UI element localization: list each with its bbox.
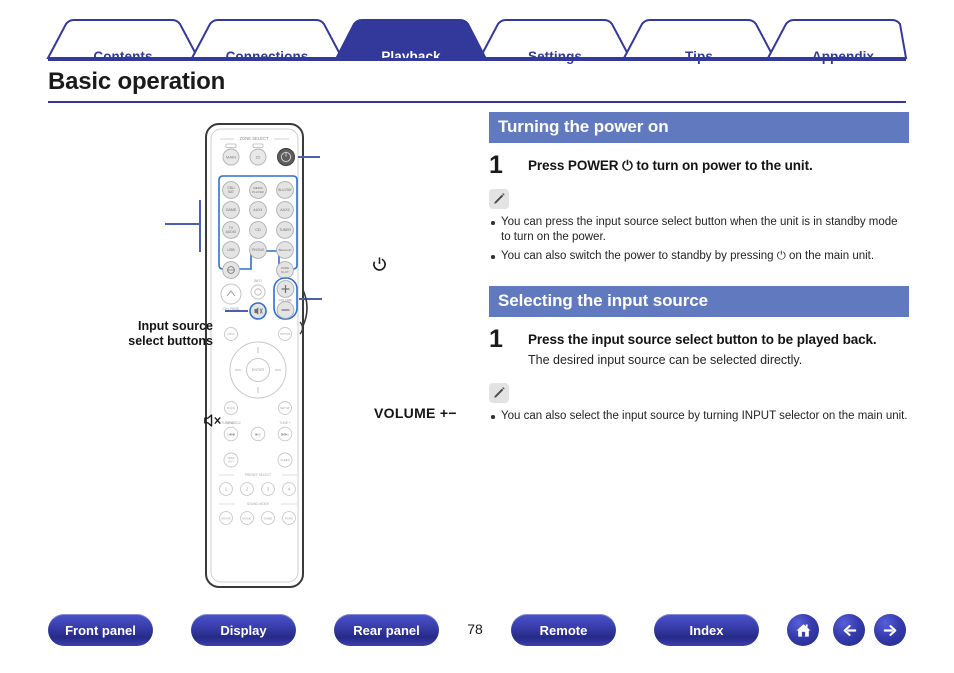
- step: 1 Press the input source select button t…: [489, 325, 909, 369]
- note-bullet: You can press the input source select bu…: [489, 215, 909, 245]
- header-rule: [48, 58, 906, 61]
- callout-input-source-buttons: Input source select buttons: [95, 319, 213, 349]
- remote-illustration: ZONE SELECT MAIN Z2 CBL/ SAT MEDIA PLAYE…: [165, 123, 322, 588]
- svg-text:SOUND MODE: SOUND MODE: [247, 502, 269, 506]
- pencil-icon: [489, 383, 509, 403]
- svg-text:OUT: OUT: [228, 459, 234, 463]
- footer-button-front-panel[interactable]: Front panel: [48, 614, 153, 646]
- arrow-right-icon[interactable]: [874, 614, 906, 646]
- pencil-icon: [489, 189, 509, 209]
- arrow-left-icon[interactable]: [833, 614, 865, 646]
- svg-text:CD: CD: [255, 228, 261, 232]
- tab-contents[interactable]: Contents: [48, 49, 198, 64]
- tab-appendix[interactable]: Appendix: [768, 49, 918, 64]
- section-turning-the-power-on: Turning the power on 1 Press POWER ⏻ to …: [489, 112, 909, 264]
- svg-text:Bluetooth: Bluetooth: [279, 248, 292, 252]
- manual-page: Contents Connections Playback Settings T…: [0, 0, 954, 673]
- footer-button-remote[interactable]: Remote: [511, 614, 616, 646]
- svg-text:PLAYER: PLAYER: [252, 190, 264, 194]
- callout-mute-icon: [203, 412, 223, 431]
- home-icon[interactable]: [787, 614, 819, 646]
- svg-text:▶||: ▶||: [255, 431, 260, 436]
- svg-text:▶▶|: ▶▶|: [281, 431, 288, 436]
- svg-text:MOVIE: MOVIE: [221, 516, 230, 520]
- step-number: 1: [489, 325, 503, 353]
- svg-text:AUX2: AUX2: [280, 208, 289, 212]
- svg-text:SAT: SAT: [228, 190, 234, 194]
- power-icon: [373, 257, 386, 271]
- callout-power-icon: [371, 255, 388, 274]
- section-header: Selecting the input source: [489, 286, 909, 317]
- section-header: Turning the power on: [489, 112, 909, 143]
- svg-text:Z2: Z2: [256, 155, 261, 160]
- callout-input-source-line2: select buttons: [128, 334, 213, 348]
- callout-volume: VOLUME +−: [374, 405, 457, 421]
- svg-text:AUDIO: AUDIO: [226, 230, 237, 234]
- svg-text:PURE: PURE: [285, 516, 293, 520]
- svg-text:INFO: INFO: [228, 332, 236, 336]
- svg-text:ENTER: ENTER: [252, 368, 265, 372]
- svg-text:TUNE +: TUNE +: [279, 421, 291, 425]
- svg-text:PHONO: PHONO: [252, 248, 265, 252]
- remote-control-figure: ZONE SELECT MAIN Z2 CBL/ SAT MEDIA PLAYE…: [48, 112, 478, 602]
- step-title: Press the input source select button to …: [528, 332, 877, 347]
- svg-text:PRESET SELECT: PRESET SELECT: [245, 473, 271, 477]
- page-title: Basic operation: [48, 68, 226, 95]
- svg-text:TUNE -: TUNE -: [226, 421, 237, 425]
- callout-input-source-line1: Input source: [137, 319, 213, 333]
- svg-text:MAIN: MAIN: [226, 155, 236, 160]
- svg-text:BLU-RAY: BLU-RAY: [278, 188, 292, 192]
- note-block: You can press the input source select bu…: [489, 189, 909, 264]
- tab-playback[interactable]: Playback: [336, 49, 486, 64]
- footer-button-index[interactable]: Index: [654, 614, 759, 646]
- section-selecting-the-input-source: Selecting the input source 1 Press the i…: [489, 286, 909, 424]
- tab-tips[interactable]: Tips: [624, 49, 774, 64]
- svg-text:HDMI: HDMI: [228, 456, 235, 460]
- page-number: 78: [467, 621, 483, 637]
- note-bullets: You can press the input source select bu…: [489, 215, 909, 264]
- footer-button-rear-panel[interactable]: Rear panel: [334, 614, 439, 646]
- svg-text:GAME: GAME: [226, 208, 237, 212]
- svg-text:INFO: INFO: [254, 279, 262, 283]
- step-title: Press POWER ⏻ to turn on power to the un…: [528, 158, 813, 173]
- mute-icon: [204, 414, 221, 427]
- tab-settings[interactable]: Settings: [480, 49, 630, 64]
- note-bullets: You can also select the input source by …: [489, 409, 909, 424]
- title-underline: [48, 101, 906, 103]
- svg-text:OPTION: OPTION: [280, 332, 290, 336]
- svg-text:AUX1: AUX1: [253, 208, 262, 212]
- svg-text:MUSIC: MUSIC: [242, 516, 251, 520]
- tab-bar: Contents Connections Playback Settings T…: [0, 18, 954, 64]
- tab-connections[interactable]: Connections: [192, 49, 342, 64]
- footer-nav: Front panel Display Rear panel 78 Remote…: [0, 614, 954, 660]
- footer-button-display[interactable]: Display: [191, 614, 296, 646]
- content-column: Turning the power on 1 Press POWER ⏻ to …: [489, 112, 909, 428]
- svg-text:SETUP: SETUP: [280, 406, 290, 410]
- svg-text:USB: USB: [227, 248, 235, 252]
- note-block: You can also select the input source by …: [489, 383, 909, 424]
- svg-text:SLEEP: SLEEP: [280, 458, 289, 462]
- note-bullet: You can also switch the power to standby…: [489, 249, 909, 264]
- svg-text:GAME: GAME: [264, 516, 273, 520]
- note-bullet: You can also select the input source by …: [489, 409, 909, 424]
- svg-text:TUNER: TUNER: [279, 228, 291, 232]
- svg-text:ZONE SELECT: ZONE SELECT: [239, 136, 269, 141]
- step-number: 1: [489, 151, 503, 179]
- svg-text:BACK: BACK: [227, 406, 235, 410]
- svg-text:SLCT: SLCT: [281, 270, 289, 274]
- step: 1 Press POWER ⏻ to turn on power to the …: [489, 151, 909, 179]
- step-subtext: The desired input source can be selected…: [528, 353, 803, 367]
- svg-text:|◀◀: |◀◀: [227, 431, 235, 436]
